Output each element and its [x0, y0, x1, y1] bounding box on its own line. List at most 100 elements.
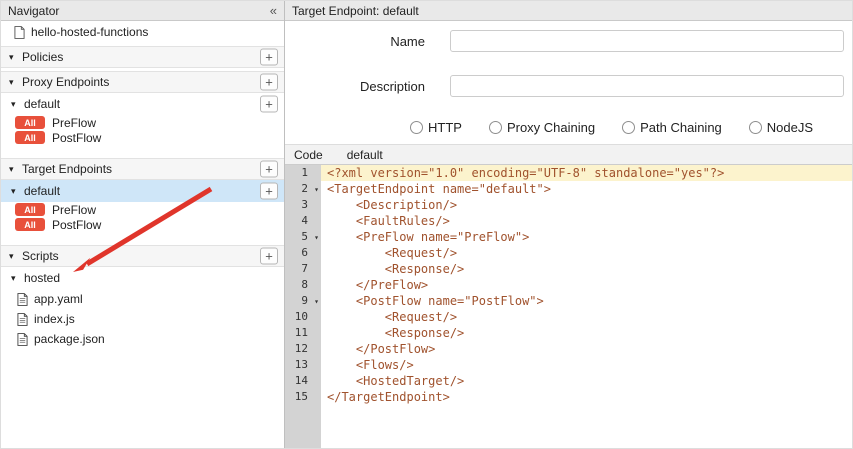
code-line[interactable]: 15 </TargetEndpoint> [285, 389, 852, 405]
navigator-header: Navigator « [1, 1, 284, 21]
line-number: 15 [295, 390, 308, 403]
code-line[interactable]: 14 <HostedTarget/> [285, 373, 852, 389]
code-line[interactable]: 6 <Request/> [285, 245, 852, 261]
file-icon [17, 333, 28, 346]
fold-icon[interactable]: ▾ [314, 182, 319, 198]
add-policy-button[interactable]: + [260, 49, 278, 66]
code-text[interactable]: <Request/> [321, 245, 852, 261]
line-number: 14 [295, 374, 308, 387]
chevron-down-icon[interactable]: ▾ [9, 164, 22, 175]
proxy-editor-window: Navigator « hello-hosted-functions ▾ Pol… [0, 0, 853, 449]
code-text[interactable]: <PostFlow name="PostFlow"> [321, 293, 852, 309]
code-text[interactable]: <HostedTarget/> [321, 373, 852, 389]
line-number: 8 [301, 278, 308, 291]
navigator-panel: Navigator « hello-hosted-functions ▾ Pol… [1, 1, 285, 448]
tree-item-proxy-default[interactable]: ▾ default + [1, 93, 284, 115]
code-line[interactable]: 11 <Response/> [285, 325, 852, 341]
tree-item-target-postflow[interactable]: All PostFlow [1, 217, 284, 232]
navigator-title: Navigator [8, 4, 59, 18]
code-line[interactable]: 3 <Description/> [285, 197, 852, 213]
tree-item-file-package-json[interactable]: package.json [1, 329, 284, 349]
code-line[interactable]: 4 <FaultRules/> [285, 213, 852, 229]
tree-item-proxy-preflow[interactable]: All PreFlow [1, 115, 284, 130]
description-label: Description [285, 79, 425, 94]
section-header-scripts[interactable]: ▾ Scripts + [1, 245, 284, 267]
chevron-down-icon[interactable]: ▾ [11, 99, 24, 110]
section-header-proxy-endpoints[interactable]: ▾ Proxy Endpoints + [1, 71, 284, 93]
add-target-endpoint-button[interactable]: + [260, 161, 278, 178]
section-label-scripts: Scripts [22, 249, 59, 263]
line-number: 2 [301, 182, 308, 195]
add-target-flow-button[interactable]: + [260, 183, 278, 200]
proxy-default-label: default [24, 97, 60, 111]
code-text[interactable]: <Description/> [321, 197, 852, 213]
code-line[interactable]: 10 <Request/> [285, 309, 852, 325]
chevron-down-icon[interactable]: ▾ [9, 52, 22, 63]
tree-item-proxy-postflow[interactable]: All PostFlow [1, 130, 284, 145]
radio-proxy-chaining[interactable]: Proxy Chaining [489, 120, 595, 135]
code-line[interactable]: 7 <Response/> [285, 261, 852, 277]
fold-icon[interactable]: ▾ [314, 230, 319, 246]
radio-icon[interactable] [622, 121, 635, 134]
collapse-panel-icon[interactable]: « [270, 3, 277, 18]
code-line[interactable]: 1 <?xml version="1.0" encoding="UTF-8" s… [285, 165, 852, 181]
radio-nodejs[interactable]: NodeJS [749, 120, 813, 135]
code-text[interactable]: <Request/> [321, 309, 852, 325]
radio-icon[interactable] [749, 121, 762, 134]
add-proxy-flow-button[interactable]: + [260, 96, 278, 113]
condition-badge: All [15, 131, 45, 144]
code-text[interactable]: </PostFlow> [321, 341, 852, 357]
code-text[interactable]: <Flows/> [321, 357, 852, 373]
line-number: 6 [301, 246, 308, 259]
fold-icon[interactable]: ▾ [314, 294, 319, 310]
code-text[interactable]: <Response/> [321, 261, 852, 277]
tree-item-target-preflow[interactable]: All PreFlow [1, 202, 284, 217]
code-line[interactable]: 8 </PreFlow> [285, 277, 852, 293]
flow-label: PreFlow [52, 203, 96, 217]
tree-item-hosted-folder[interactable]: ▾ hosted [1, 267, 284, 289]
chevron-down-icon[interactable]: ▾ [9, 77, 22, 88]
detail-header: Target Endpoint: default [285, 1, 852, 21]
section-header-policies[interactable]: ▾ Policies + [1, 46, 284, 68]
code-text[interactable]: <TargetEndpoint name="default"> [321, 181, 852, 197]
condition-badge: All [15, 116, 45, 129]
line-number: 13 [295, 358, 308, 371]
section-header-target-endpoints[interactable]: ▾ Target Endpoints + [1, 158, 284, 180]
target-default-label: default [24, 184, 60, 198]
add-script-button[interactable]: + [260, 248, 278, 265]
chevron-down-icon[interactable]: ▾ [9, 251, 22, 262]
tree-item-root-proxy[interactable]: hello-hosted-functions [1, 21, 284, 43]
tree-item-target-default[interactable]: ▾ default + [1, 180, 284, 202]
document-icon [14, 26, 25, 39]
tree-item-file-app-yaml[interactable]: app.yaml [1, 289, 284, 309]
description-input[interactable] [450, 75, 844, 97]
radio-icon[interactable] [410, 121, 423, 134]
code-text[interactable]: <FaultRules/> [321, 213, 852, 229]
section-label-policies: Policies [22, 50, 63, 64]
code-line[interactable]: 9 ▾ <PostFlow name="PostFlow"> [285, 293, 852, 309]
code-line[interactable]: 12 </PostFlow> [285, 341, 852, 357]
chevron-down-icon[interactable]: ▾ [11, 186, 24, 197]
flow-label: PreFlow [52, 116, 96, 130]
tree-item-file-index-js[interactable]: index.js [1, 309, 284, 329]
code-text[interactable]: </TargetEndpoint> [321, 389, 852, 405]
radio-path-chaining[interactable]: Path Chaining [622, 120, 722, 135]
code-line[interactable]: 5▾ <PreFlow name="PreFlow"> [285, 229, 852, 245]
code-text[interactable]: <Response/> [321, 325, 852, 341]
name-label: Name [285, 34, 425, 49]
radio-label: NodeJS [767, 120, 813, 135]
code-line[interactable]: 2 ▾ <TargetEndpoint name="default"> [285, 181, 852, 197]
radio-icon[interactable] [489, 121, 502, 134]
code-line[interactable]: 13 <Flows/> [285, 357, 852, 373]
code-text[interactable]: <?xml version="1.0" encoding="UTF-8" sta… [321, 165, 852, 181]
description-form-row: Description [285, 75, 852, 97]
code-text[interactable]: <PreFlow name="PreFlow"> [321, 229, 852, 245]
name-input[interactable] [450, 30, 844, 52]
radio-label: HTTP [428, 120, 462, 135]
radio-http[interactable]: HTTP [410, 120, 462, 135]
line-number: 9 [301, 294, 308, 307]
chevron-down-icon[interactable]: ▾ [11, 273, 24, 284]
add-proxy-endpoint-button[interactable]: + [260, 74, 278, 91]
code-editor[interactable]: 1 <?xml version="1.0" encoding="UTF-8" s… [285, 165, 852, 448]
code-text[interactable]: </PreFlow> [321, 277, 852, 293]
